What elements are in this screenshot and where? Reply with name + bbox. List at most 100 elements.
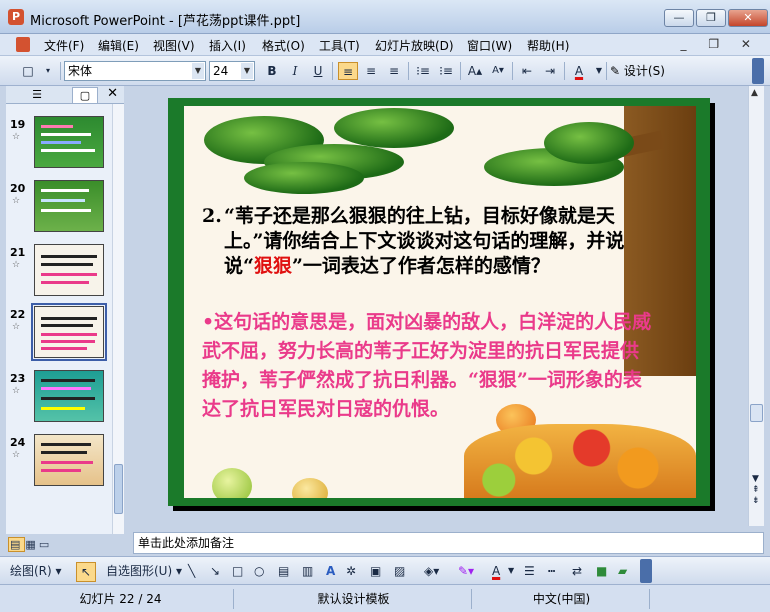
align-left-icon[interactable]: ≡ (338, 62, 358, 80)
pane-tabs: ☰ ▢ ✕ (6, 86, 124, 104)
font-color-icon[interactable]: A (492, 562, 500, 580)
rectangle-tool-icon[interactable]: □ (232, 562, 243, 580)
draw-menu-button[interactable]: 绘图(R) ▾ (10, 562, 62, 580)
underline-button[interactable]: U (308, 62, 328, 80)
dash-style-icon[interactable]: ┅ (548, 562, 555, 580)
font-color-icon[interactable]: A (569, 62, 589, 80)
close-icon[interactable]: ✕ (107, 86, 118, 101)
menu-insert[interactable]: 插入(I) (209, 37, 246, 54)
oval-tool-icon[interactable]: ○ (254, 562, 264, 580)
arrow-style-icon[interactable]: ⇄ (572, 562, 582, 580)
toolbar-options-icon[interactable]: ▾ (38, 62, 58, 80)
menu-tools[interactable]: 工具(T) (319, 37, 360, 54)
design-button[interactable]: ✎ 设计(S) (610, 62, 665, 80)
powerpoint-icon[interactable]: P (8, 9, 24, 25)
menu-file[interactable]: 文件(F) (44, 37, 84, 54)
clipart-icon[interactable]: ▣ (370, 562, 381, 580)
slide-thumbnail-21[interactable]: 21 ☆ (10, 244, 120, 304)
document-window-controls[interactable]: _ ❐ ✕ (681, 37, 760, 51)
editor-scrollbar[interactable]: ▲ ▼ ⇞ ⇟ (748, 86, 764, 526)
document-icon[interactable] (16, 37, 30, 52)
slides-pane: ☰ ▢ ✕ 19 ☆ 20 ☆ 21 ☆ 22 ☆ 23 ☆ 24 ☆ (6, 86, 124, 534)
thumb-line (41, 125, 73, 128)
line-style-icon[interactable]: ☰ (524, 562, 535, 580)
autoshapes-menu-button[interactable]: 自选图形(U) ▾ (106, 562, 182, 580)
bold-button[interactable]: B (262, 62, 282, 80)
wordart-icon[interactable]: A (326, 562, 335, 580)
slide-thumbnail-19[interactable]: 19 ☆ (10, 116, 120, 176)
fill-color-icon[interactable]: ◈▾ (424, 562, 439, 580)
thumb-line (41, 317, 97, 320)
3d-style-icon[interactable]: ▰ (618, 562, 627, 580)
toolbar-options-grip[interactable] (640, 559, 652, 583)
thumb-line (41, 333, 97, 336)
chevron-down-icon[interactable]: ▼ (508, 562, 514, 580)
drawing-toolbar: 绘图(R) ▾ ↖ 自选图形(U) ▾ ╲ ↘ □ ○ ▤ ▥ A ✲ ▣ ▨ … (0, 556, 770, 584)
previous-slide-icon[interactable]: ⇞ (752, 485, 760, 496)
design-icon: ✎ (610, 64, 621, 78)
normal-view-icon[interactable]: ▤ (8, 537, 26, 552)
align-center-icon[interactable]: ≡ (361, 62, 381, 80)
toolbar-separator (564, 62, 565, 80)
toolbar-options-grip[interactable] (752, 58, 764, 84)
decrease-font-size-icon[interactable]: A▾ (488, 62, 508, 80)
new-document-icon[interactable]: □ (18, 62, 38, 80)
bullets-icon[interactable]: ⁝≡ (436, 62, 456, 80)
question-highlight: 狠狠 (253, 255, 292, 277)
slide-editor[interactable]: 2. “苇子还是那么狠狠的往上钻，目标好像就是天上。”请你结合上下文谈谈对这句话… (133, 86, 748, 526)
line-color-icon[interactable]: ✎▾ (458, 562, 474, 580)
thumb-line (41, 149, 95, 152)
scroll-up-icon[interactable]: ▲ (751, 88, 758, 98)
slide-thumbnail-22[interactable]: 22 ☆ (10, 303, 120, 366)
increase-indent-icon[interactable]: ⇥ (540, 62, 560, 80)
menu-help[interactable]: 帮助(H) (527, 37, 569, 54)
chevron-down-icon[interactable]: ▼ (192, 63, 204, 79)
slide-thumbnail-20[interactable]: 20 ☆ (10, 180, 120, 240)
chevron-down-icon[interactable]: ▼ (241, 63, 253, 79)
italic-button[interactable]: I (285, 62, 305, 80)
scrollbar-thumb[interactable] (750, 404, 763, 422)
font-name-select[interactable]: 宋体 ▼ (64, 61, 206, 81)
status-slide-info: 幻灯片 22 / 24 (8, 589, 234, 609)
line-tool-icon[interactable]: ╲ (188, 562, 195, 580)
menu-slideshow[interactable]: 幻灯片放映(D) (375, 37, 454, 54)
question-textbox[interactable]: 2. “苇子还是那么狠狠的往上钻，目标好像就是天上。”请你结合上下文谈谈对这句话… (202, 204, 652, 279)
slide-canvas[interactable]: 2. “苇子还是那么狠狠的往上钻，目标好像就是天上。”请你结合上下文谈谈对这句话… (184, 106, 696, 498)
outline-tab-icon[interactable]: ☰ (24, 87, 50, 103)
slide-preview (34, 180, 104, 232)
align-right-icon[interactable]: ≡ (384, 62, 404, 80)
increase-font-size-icon[interactable]: A▴ (465, 62, 485, 80)
arrow-tool-icon[interactable]: ↘ (210, 562, 220, 580)
menu-view[interactable]: 视图(V) (153, 37, 195, 54)
leaf-cluster-graphic (544, 122, 634, 164)
slide-sorter-view-icon[interactable]: ▦ (25, 538, 38, 551)
notes-pane[interactable]: 单击此处添加备注 (133, 532, 764, 554)
slideshow-view-icon[interactable]: ▭ (39, 538, 52, 551)
numbering-icon[interactable]: ⁝≡ (413, 62, 433, 80)
slide-preview (34, 244, 104, 296)
slide-thumbnail-23[interactable]: 23 ☆ (10, 370, 120, 430)
minimize-button[interactable]: — (664, 9, 694, 27)
close-button[interactable]: ✕ (728, 9, 768, 27)
menu-window[interactable]: 窗口(W) (467, 37, 512, 54)
picture-icon[interactable]: ▨ (394, 562, 405, 580)
star-icon: ☆ (12, 386, 21, 396)
select-pointer-icon[interactable]: ↖ (76, 562, 96, 582)
next-slide-icon[interactable]: ⇟ (752, 496, 760, 507)
slides-tab-icon[interactable]: ▢ (72, 87, 98, 103)
status-language: 中文(中国) (474, 589, 650, 609)
answer-textbox[interactable]: •这句话的意思是，面对凶暴的敌人，白洋淀的人民威武不屈，努力长高的苇子正好为淀里… (202, 308, 652, 424)
current-slide[interactable]: 2. “苇子还是那么狠狠的往上钻，目标好像就是天上。”请你结合上下文谈谈对这句话… (168, 98, 710, 506)
slide-thumbnail-24[interactable]: 24 ☆ (10, 434, 120, 494)
diagram-icon[interactable]: ✲ (346, 562, 356, 580)
slide-number: 23 (10, 372, 26, 385)
textbox-tool-icon[interactable]: ▤ (278, 562, 289, 580)
menu-format[interactable]: 格式(O) (262, 37, 305, 54)
menu-edit[interactable]: 编辑(E) (98, 37, 139, 54)
shadow-style-icon[interactable]: ■ (596, 562, 607, 580)
font-size-select[interactable]: 24 ▼ (209, 61, 255, 81)
maximize-button[interactable]: ❐ (696, 9, 726, 27)
scroll-down-icon[interactable]: ▼ (752, 474, 760, 485)
vertical-textbox-icon[interactable]: ▥ (302, 562, 313, 580)
decrease-indent-icon[interactable]: ⇤ (517, 62, 537, 80)
